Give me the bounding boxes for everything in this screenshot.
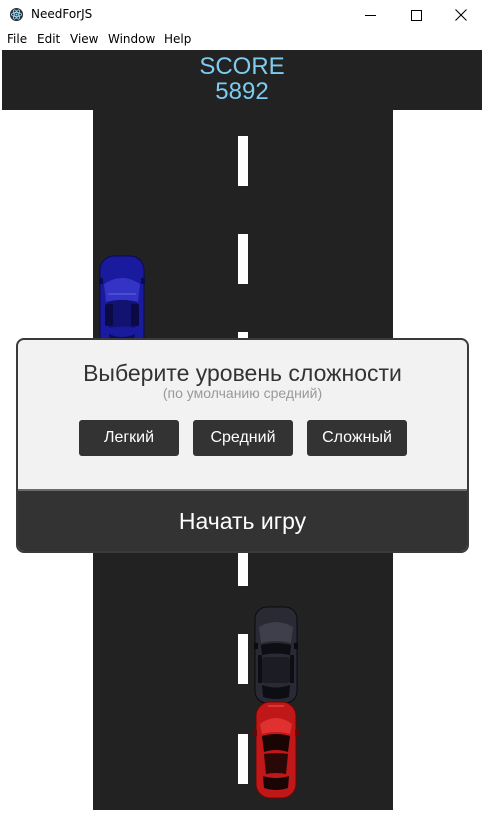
game-area: SCORE 5892 Выберите уровень сложности (п… (0, 50, 484, 837)
menu-window[interactable]: Window (108, 32, 155, 46)
close-button[interactable] (438, 0, 484, 30)
start-game-button[interactable]: Начать игру (18, 489, 467, 551)
dialog-subtitle: (по умолчанию средний) (162, 385, 323, 401)
maximize-icon (410, 9, 422, 21)
title-bar: NeedForJS (0, 0, 484, 30)
minimize-icon (364, 14, 376, 16)
enemy-car-dark (254, 606, 298, 704)
maximize-button[interactable] (393, 0, 439, 30)
player-car-red[interactable] (252, 700, 300, 800)
minimize-button[interactable] (347, 0, 393, 30)
difficulty-dialog: Выберите уровень сложности (по умолчанию… (16, 338, 469, 553)
lane-mark (238, 634, 248, 684)
close-icon (455, 9, 467, 21)
score-value: 5892 (215, 78, 269, 105)
menu-file[interactable]: File (7, 32, 27, 46)
lane-mark (238, 136, 248, 186)
menu-view[interactable]: View (70, 32, 98, 46)
easy-button[interactable]: Легкий (79, 420, 179, 456)
dialog-title: Выберите уровень сложности (83, 360, 402, 386)
hard-button[interactable]: Сложный (307, 420, 407, 456)
lane-mark (238, 234, 248, 284)
lane-mark (238, 734, 248, 784)
medium-button[interactable]: Средний (193, 420, 293, 456)
electron-icon (9, 7, 24, 22)
menu-bar: File Edit View Window Help (0, 30, 484, 50)
menu-help[interactable]: Help (164, 32, 191, 46)
menu-edit[interactable]: Edit (37, 32, 60, 46)
window-title: NeedForJS (31, 7, 93, 21)
score-panel: SCORE 5892 (2, 50, 482, 110)
score-label: SCORE (199, 53, 285, 80)
